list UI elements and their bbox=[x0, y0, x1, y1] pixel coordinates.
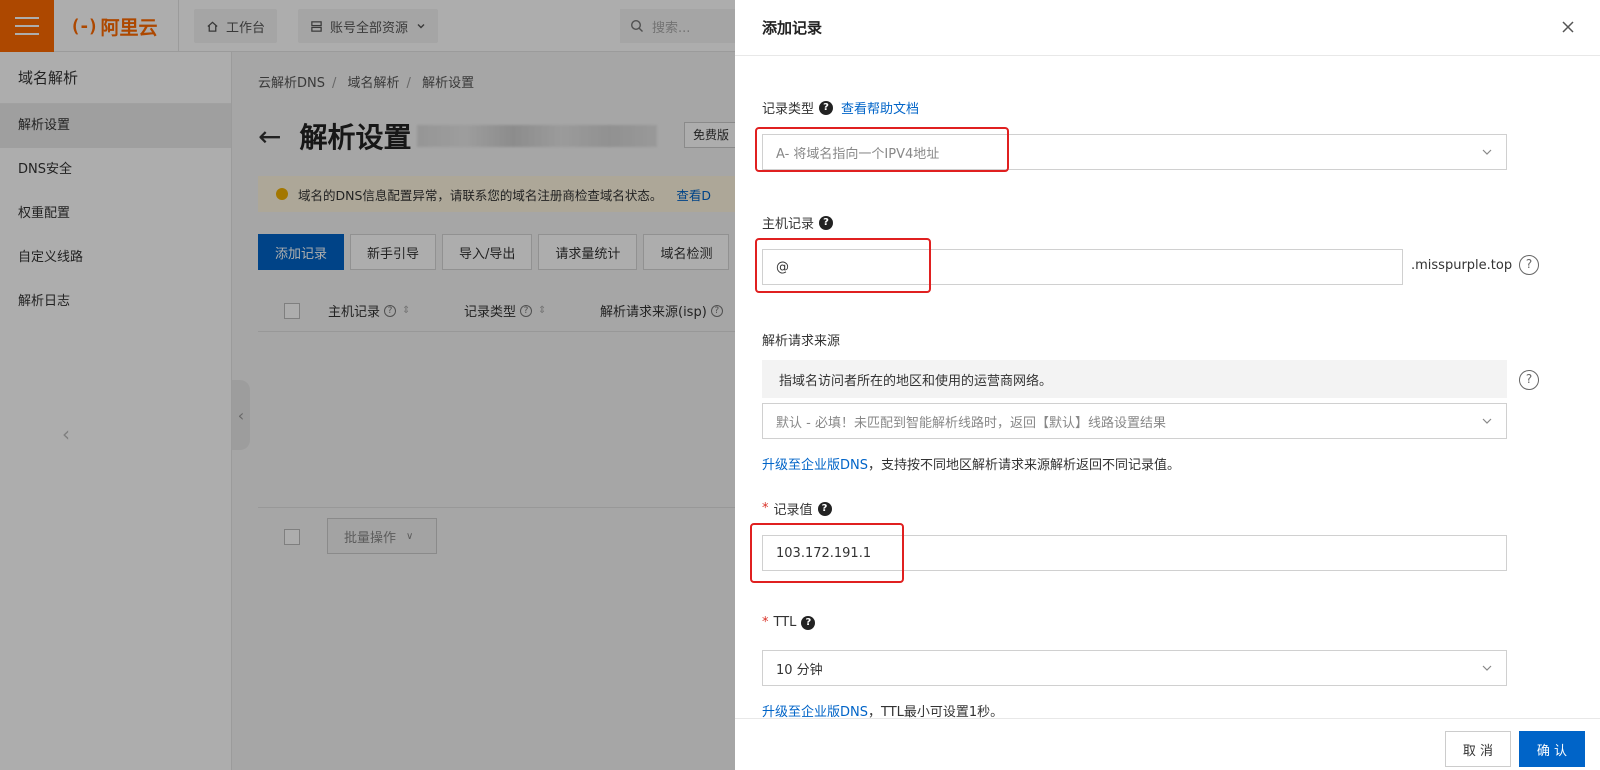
chevron-down-icon bbox=[1482, 418, 1492, 424]
cancel-button[interactable]: 取 消 bbox=[1445, 731, 1511, 767]
line-select-value: 默认 - 必填！未匹配到智能解析线路时，返回【默认】线路设置结果 bbox=[776, 415, 1166, 431]
record-type-select[interactable]: A- 将域名指向一个IPV4地址 bbox=[762, 134, 1507, 170]
record-value-text: 103.172.191.1 bbox=[776, 545, 872, 561]
drawer-title: 添加记录 bbox=[762, 19, 823, 37]
host-record-input[interactable]: @ bbox=[762, 249, 1403, 285]
required-marker: * bbox=[762, 501, 769, 516]
help-icon[interactable]: ? bbox=[819, 100, 834, 115]
help-icon[interactable]: ? bbox=[801, 615, 816, 630]
ttl-value: 10 分钟 bbox=[776, 662, 823, 678]
confirm-button[interactable]: 确 认 bbox=[1519, 731, 1585, 767]
record-type-value: A- 将域名指向一个IPV4地址 bbox=[776, 146, 940, 162]
line-select[interactable]: 默认 - 必填！未匹配到智能解析线路时，返回【默认】线路设置结果 bbox=[762, 403, 1507, 439]
ttl-select[interactable]: 10 分钟 bbox=[762, 650, 1507, 686]
help-doc-link[interactable]: 查看帮助文档 bbox=[841, 98, 919, 117]
question-circle-icon[interactable]: ? bbox=[1519, 255, 1539, 275]
close-icon[interactable] bbox=[1558, 17, 1578, 37]
record-value-label: * 记录值 ? bbox=[762, 499, 832, 518]
host-record-value: @ bbox=[776, 259, 789, 275]
line-upgrade-hint: 升级至企业版DNS，支持按不同地区解析请求来源解析返回不同记录值。 bbox=[762, 458, 1181, 473]
record-type-label: 记录类型 ? 查看帮助文档 bbox=[762, 98, 919, 117]
chevron-down-icon bbox=[1482, 149, 1492, 155]
upgrade-enterprise-link[interactable]: 升级至企业版DNS bbox=[762, 458, 868, 473]
line-info-text: 指域名访问者所在的地区和使用的运营商网络。 bbox=[779, 373, 1053, 389]
line-label: 解析请求来源 bbox=[762, 334, 841, 349]
host-record-label: 主机记录 ? bbox=[762, 213, 834, 232]
help-icon[interactable]: ? bbox=[819, 215, 834, 230]
question-circle-icon[interactable]: ? bbox=[1519, 370, 1539, 390]
drawer-footer: 取 消 确 认 bbox=[735, 718, 1600, 770]
drawer-header: 添加记录 bbox=[735, 0, 1600, 56]
record-value-input[interactable]: 103.172.191.1 bbox=[762, 535, 1507, 571]
modal-overlay[interactable] bbox=[0, 0, 735, 770]
add-record-drawer: 添加记录 记录类型 ? 查看帮助文档 A- 将域名指向一个IPV4地址 主机记录… bbox=[735, 0, 1600, 770]
domain-suffix: .misspurple.top bbox=[1411, 258, 1513, 273]
chevron-down-icon bbox=[1482, 665, 1492, 671]
required-marker: * bbox=[762, 615, 769, 630]
line-info-box: 指域名访问者所在的地区和使用的运营商网络。 bbox=[762, 360, 1507, 398]
ttl-label: * TTL ? bbox=[762, 615, 816, 630]
help-icon[interactable]: ? bbox=[817, 501, 832, 516]
